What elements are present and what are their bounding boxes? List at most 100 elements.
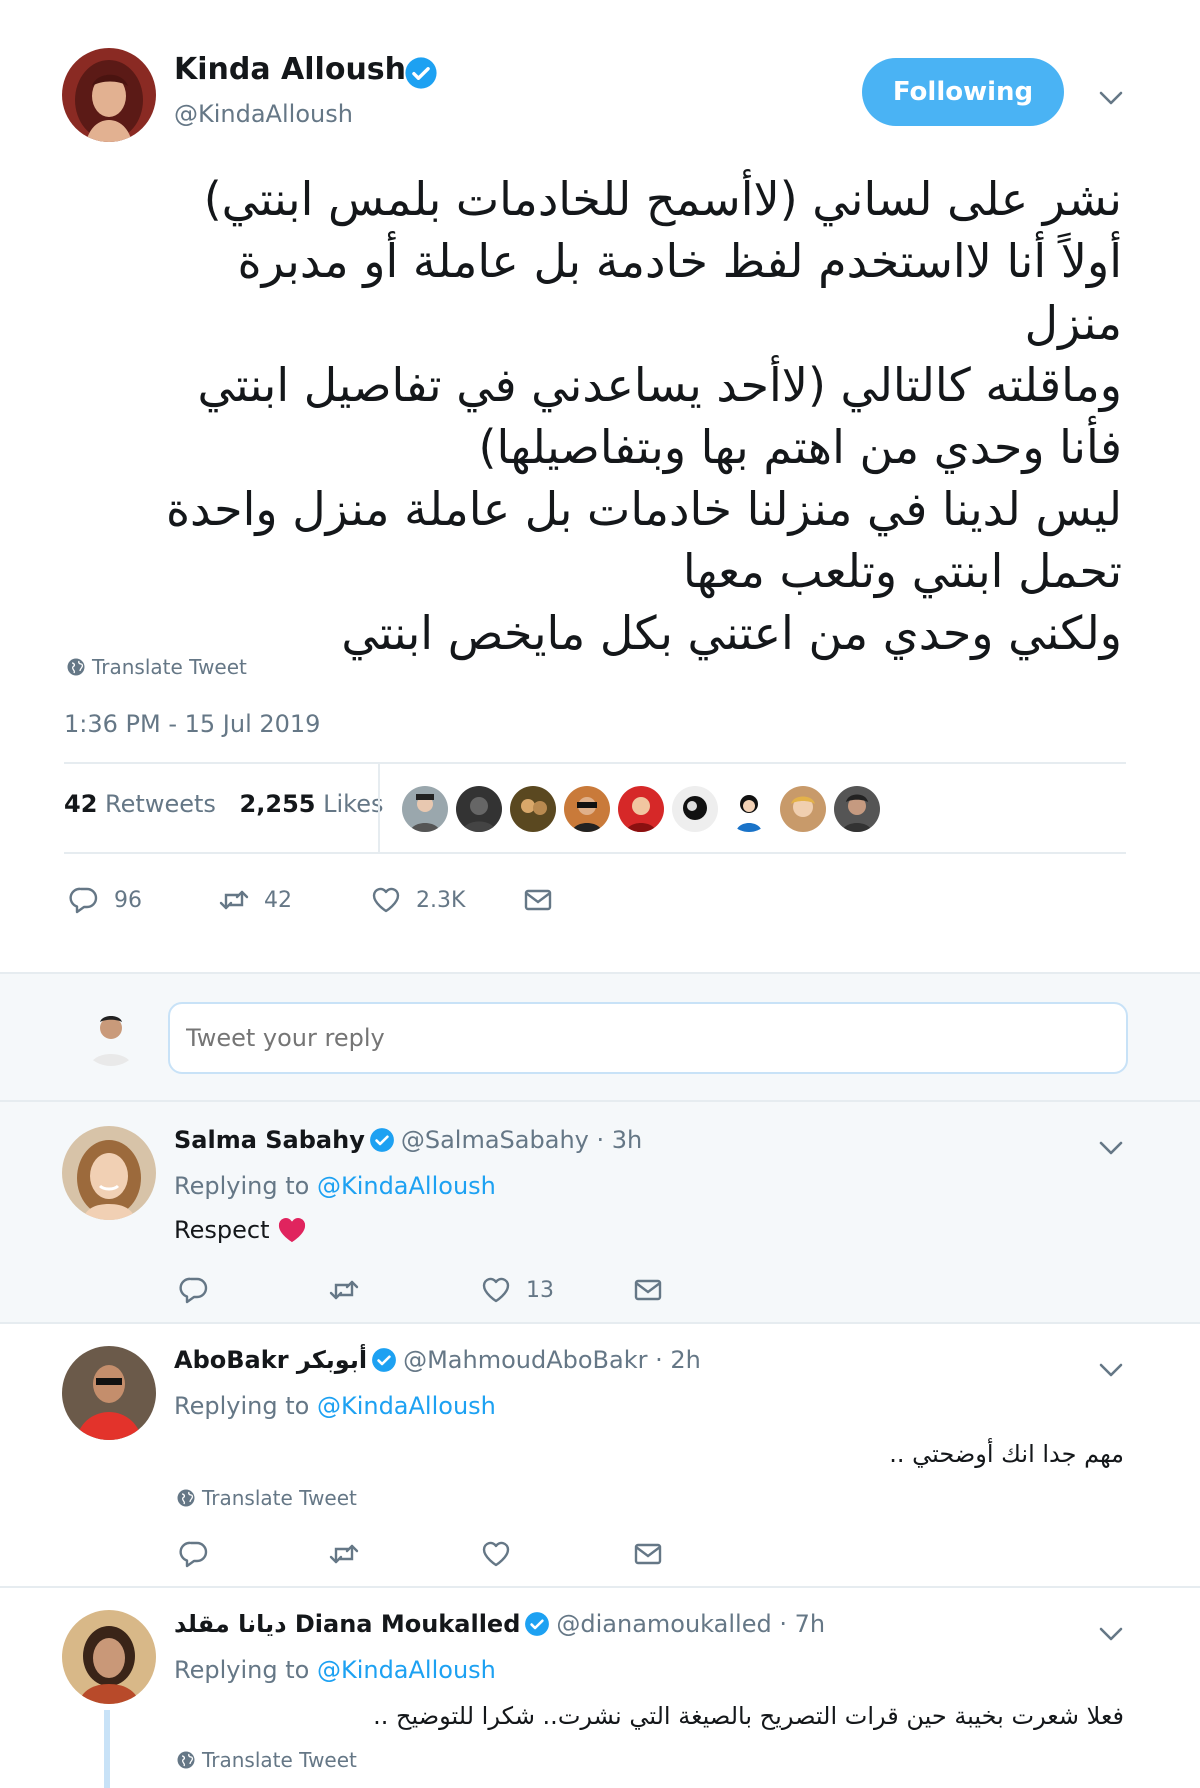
- reply-author-handle[interactable]: @SalmaSabahy: [401, 1126, 589, 1154]
- heart-icon: [480, 1274, 512, 1306]
- replying-to-mention[interactable]: @KindaAlloush: [317, 1172, 496, 1200]
- reply-time[interactable]: · 3h: [597, 1126, 643, 1154]
- direct-message-action[interactable]: [632, 1534, 664, 1574]
- reply-action[interactable]: 96: [68, 880, 142, 920]
- reply-author-handle[interactable]: @dianamoukalled: [556, 1610, 771, 1638]
- replying-to-mention[interactable]: @KindaAlloush: [317, 1656, 496, 1684]
- reply-avatar[interactable]: [62, 1346, 156, 1440]
- translate-label: Translate Tweet: [202, 1486, 357, 1510]
- liker-avatar[interactable]: [672, 786, 718, 832]
- heart-icon: [480, 1538, 512, 1570]
- author-handle[interactable]: @KindaAlloush: [174, 100, 353, 128]
- reply-icon: [178, 1538, 210, 1570]
- reply-action[interactable]: [178, 1270, 210, 1310]
- reply-actions: 13: [178, 1270, 678, 1310]
- replying-to: Replying to @KindaAlloush: [174, 1656, 496, 1684]
- translate-tweet-link[interactable]: Translate Tweet: [66, 655, 247, 679]
- liker-avatar[interactable]: [510, 786, 556, 832]
- replying-to-mention[interactable]: @KindaAlloush: [317, 1392, 496, 1420]
- direct-message-action[interactable]: [522, 880, 554, 920]
- liker-avatar[interactable]: [564, 786, 610, 832]
- tweet-text-line: وماقلته كالتالي (لاأحد يساعدني في تفاصيل…: [197, 358, 1122, 412]
- replying-to-label: Replying to: [174, 1392, 310, 1420]
- reply-tweet[interactable]: ديانا مقلد Diana Moukalled @dianamoukalle…: [0, 1588, 1200, 1788]
- tweet-timestamp[interactable]: 1:36 PM - 15 Jul 2019: [64, 710, 320, 738]
- tweet-text-line: فأنا وحدي من اهتم بها وبتفاصيلها): [478, 420, 1122, 474]
- reply-text: مهم جدا انك أوضحتي ..: [889, 1440, 1124, 1468]
- retweets-label[interactable]: Retweets: [105, 790, 216, 818]
- reply-menu-chevron-icon[interactable]: [1098, 1140, 1124, 1156]
- main-tweet-actions: 96 42 2.3K: [68, 880, 568, 920]
- retweet-count: 42: [264, 887, 292, 913]
- liker-avatar[interactable]: [726, 786, 772, 832]
- like-action[interactable]: 13: [480, 1270, 554, 1310]
- mail-icon: [632, 1274, 664, 1306]
- replying-to: Replying to @KindaAlloush: [174, 1392, 496, 1420]
- retweet-action[interactable]: 42: [218, 880, 292, 920]
- reply-time[interactable]: · 7h: [779, 1610, 825, 1638]
- like-action[interactable]: 2.3K: [370, 880, 465, 920]
- retweets-count[interactable]: 42: [64, 790, 97, 818]
- thread-connector-line: [104, 1710, 110, 1788]
- liker-avatar[interactable]: [402, 786, 448, 832]
- author-avatar[interactable]: [62, 48, 156, 142]
- reply-avatar[interactable]: [62, 1610, 156, 1704]
- globe-icon: [176, 1488, 196, 1508]
- reply-menu-chevron-icon[interactable]: [1098, 1626, 1124, 1642]
- tweet-text-line: تحمل ابنتي وتلعب معها: [682, 544, 1122, 598]
- likes-count[interactable]: 2,255: [240, 790, 316, 818]
- replying-to: Replying to @KindaAlloush: [174, 1172, 496, 1200]
- reply-tweet[interactable]: AboBakr أبوبكر @MahmoudAboBakr · 2h Reply…: [0, 1324, 1200, 1588]
- main-tweet: Kinda Alloush @KindaAlloush Following نش…: [0, 0, 1200, 972]
- reply-avatar[interactable]: [62, 1126, 156, 1220]
- reply-time[interactable]: · 2h: [655, 1346, 701, 1374]
- translate-label: Translate Tweet: [202, 1748, 357, 1772]
- retweet-action[interactable]: [328, 1534, 360, 1574]
- reply-text-content: Respect: [174, 1216, 270, 1244]
- reply-author-name[interactable]: Salma Sabahy: [174, 1126, 365, 1154]
- replying-to-label: Replying to: [174, 1172, 310, 1200]
- tweet-menu-chevron-icon[interactable]: [1098, 90, 1124, 106]
- tweet-text-line: نشر على لساني (لاأسمح للخادمات بلمس ابنت…: [203, 172, 1122, 226]
- verified-badge-icon: [371, 1347, 397, 1373]
- reply-count: 96: [114, 887, 142, 913]
- like-count: 13: [526, 1277, 554, 1303]
- liker-avatar[interactable]: [456, 786, 502, 832]
- translate-tweet-link[interactable]: Translate Tweet: [176, 1748, 357, 1772]
- reply-composer: [0, 972, 1200, 1102]
- reply-text: Respect: [174, 1216, 307, 1244]
- following-button[interactable]: Following: [862, 58, 1064, 126]
- translate-label: Translate Tweet: [92, 655, 247, 679]
- like-action[interactable]: [480, 1534, 512, 1574]
- liker-avatar[interactable]: [834, 786, 880, 832]
- reply-author-name[interactable]: AboBakr أبوبكر: [174, 1346, 367, 1374]
- heart-icon: [370, 884, 402, 916]
- liker-avatar[interactable]: [618, 786, 664, 832]
- translate-tweet-link[interactable]: Translate Tweet: [176, 1486, 357, 1510]
- tweet-text: نشر على لساني (لاأسمح للخادمات بلمس ابنت…: [64, 168, 1122, 664]
- liker-avatar[interactable]: [780, 786, 826, 832]
- like-count: 2.3K: [416, 887, 466, 913]
- red-heart-icon: [279, 1218, 306, 1243]
- verified-badge-icon: [524, 1611, 550, 1637]
- direct-message-action[interactable]: [632, 1270, 664, 1310]
- retweet-icon: [328, 1274, 360, 1306]
- current-user-avatar[interactable]: [80, 1004, 142, 1066]
- likes-label[interactable]: Likes: [323, 790, 383, 818]
- divider: [64, 852, 1126, 854]
- reply-author-name[interactable]: ديانا مقلد Diana Moukalled: [174, 1610, 520, 1638]
- reply-icon: [178, 1274, 210, 1306]
- reply-action[interactable]: [178, 1534, 210, 1574]
- reply-icon: [68, 884, 100, 916]
- reply-author-handle[interactable]: @MahmoudAboBakr: [403, 1346, 647, 1374]
- author-name[interactable]: Kinda Alloush: [174, 52, 406, 87]
- reply-header: AboBakr أبوبكر @MahmoudAboBakr · 2h: [174, 1346, 701, 1374]
- verified-badge-icon: [404, 56, 438, 90]
- globe-icon: [176, 1750, 196, 1770]
- retweet-action[interactable]: [328, 1270, 360, 1310]
- reply-tweet[interactable]: Salma Sabahy @SalmaSabahy · 3h Replying t…: [0, 1102, 1200, 1324]
- mail-icon: [522, 884, 554, 916]
- reply-input[interactable]: [168, 1002, 1128, 1074]
- reply-menu-chevron-icon[interactable]: [1098, 1362, 1124, 1378]
- retweet-icon: [328, 1538, 360, 1570]
